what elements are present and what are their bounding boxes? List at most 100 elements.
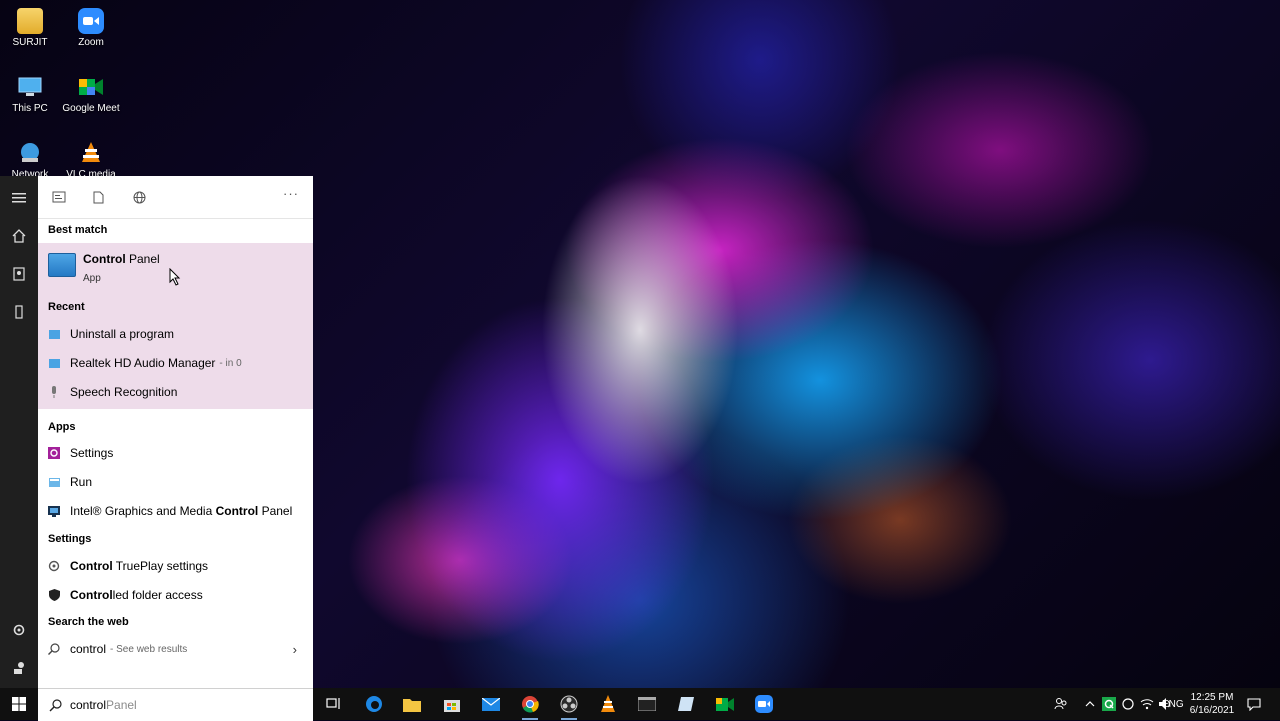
edge-icon <box>366 696 382 712</box>
search-box[interactable]: control Panel <box>38 688 313 721</box>
web-search-item[interactable]: control - See web results <box>38 635 313 663</box>
zoom-icon <box>78 8 104 34</box>
shield-icon <box>48 589 60 601</box>
app-item-label: Settings <box>70 446 114 460</box>
windows-logo-icon <box>12 697 26 711</box>
notes-taskbar-button[interactable] <box>676 694 696 714</box>
best-match-header: Best match <box>48 224 108 236</box>
desktop-icon-google-meet[interactable]: Google Meet <box>58 74 124 114</box>
control-panel-icon <box>48 253 76 277</box>
more-options-button[interactable]: ··· <box>283 186 299 201</box>
recent-item-uninstall[interactable]: Uninstall a program <box>38 320 313 348</box>
zoom-icon <box>755 695 773 713</box>
network-icon <box>17 140 43 166</box>
best-match-subtitle: App <box>83 273 101 284</box>
settings-item-label: Control TruePlay settings <box>70 559 209 573</box>
task-view-button[interactable] <box>323 694 343 714</box>
apps-header: Apps <box>48 421 76 433</box>
document-icon <box>93 191 103 203</box>
search-autocomplete: Panel <box>106 698 137 712</box>
search-icon <box>49 698 62 712</box>
app-item-settings[interactable]: Settings <box>38 439 313 467</box>
chrome-taskbar-button[interactable] <box>520 694 540 720</box>
obs-taskbar-button[interactable] <box>559 694 579 720</box>
app-tray-button[interactable] <box>1118 694 1138 714</box>
store-bag-icon <box>444 700 460 712</box>
clock[interactable]: 12:25 PM 6/16/2021 <box>1187 691 1237 717</box>
chevron-right-icon[interactable]: › <box>293 642 297 657</box>
run-icon <box>48 476 60 488</box>
network-tray-button[interactable] <box>1137 694 1157 714</box>
vlc-icon <box>601 695 615 712</box>
desktop-icon-label: Zoom <box>78 37 104 48</box>
mouse-cursor-icon <box>169 268 181 286</box>
chevron-up-icon <box>1085 701 1095 707</box>
task-view-icon <box>326 698 340 709</box>
computer-icon <box>17 74 43 100</box>
settings-item-trueplay[interactable]: Control TruePlay settings <box>38 552 313 580</box>
folder-icon <box>17 8 43 34</box>
contact-card-icon <box>13 267 25 281</box>
device-button[interactable] <box>0 296 38 328</box>
web-filter-tab[interactable] <box>130 188 148 206</box>
app-item-label: Intel® Graphics and Media Control Panel <box>70 504 293 518</box>
filter-tabbar: ··· <box>38 176 313 219</box>
hamburger-icon <box>12 193 26 203</box>
file-explorer-taskbar-button[interactable] <box>402 694 422 714</box>
home-button[interactable] <box>0 220 38 252</box>
store-taskbar-button[interactable] <box>442 694 462 714</box>
microphone-icon <box>48 386 60 398</box>
apps-filter-tab[interactable] <box>50 188 68 206</box>
q-app-icon <box>1102 697 1116 711</box>
app-item-intel-graphics[interactable]: Intel® Graphics and Media Control Panel <box>38 497 313 525</box>
user-icon <box>14 662 24 674</box>
hamburger-menu-button[interactable] <box>0 182 38 214</box>
recent-item-label: Speech Recognition <box>70 385 178 399</box>
app-item-run[interactable]: Run <box>38 468 313 496</box>
gear-icon <box>48 560 60 572</box>
obs-icon <box>560 695 578 713</box>
settings-rail-button[interactable] <box>0 614 38 646</box>
control-panel-icon <box>48 328 60 340</box>
people-button[interactable] <box>1051 694 1071 714</box>
control-panel-icon <box>48 357 60 369</box>
search-icon <box>48 643 60 655</box>
start-button[interactable] <box>0 688 38 720</box>
language-indicator[interactable]: ENG <box>1162 699 1184 710</box>
terminal-taskbar-button[interactable] <box>637 694 657 714</box>
people-icon <box>1054 698 1067 710</box>
user-button[interactable] <box>0 652 38 684</box>
desktop-icon-this-pc[interactable]: This PC <box>0 74 63 114</box>
settings-header: Settings <box>48 533 92 545</box>
settings-item-folder-access[interactable]: Controlled folder access <box>38 581 313 609</box>
desktop-icon-zoom[interactable]: Zoom <box>58 8 124 48</box>
recent-item-sublabel: - in 0 <box>219 357 242 369</box>
app-item-label: Run <box>70 475 93 489</box>
settings-item-label: Controlled folder access <box>70 588 203 602</box>
recent-item-speech[interactable]: Speech Recognition <box>38 378 313 406</box>
desktop-icon-vlc[interactable]: VLC media <box>58 140 124 180</box>
q-tray-button[interactable] <box>1099 694 1119 714</box>
action-center-button[interactable] <box>1244 694 1264 714</box>
edge-taskbar-button[interactable] <box>364 694 384 714</box>
recent-item-label: Realtek HD Audio Manager <box>70 356 216 370</box>
desktop-icon-surjit[interactable]: SURJIT <box>0 8 63 48</box>
show-hidden-icons-button[interactable] <box>1080 694 1100 714</box>
meet-taskbar-button[interactable] <box>715 694 735 714</box>
intel-graphics-icon <box>48 505 60 517</box>
search-web-header: Search the web <box>48 616 129 628</box>
folder-icon <box>403 698 421 712</box>
globe-icon <box>133 191 145 203</box>
clock-date: 6/16/2021 <box>1189 705 1235 716</box>
home-icon <box>12 229 26 243</box>
mail-icon <box>482 697 500 711</box>
documents-button[interactable] <box>0 258 38 290</box>
notes-icon <box>678 697 694 711</box>
documents-filter-tab[interactable] <box>89 188 107 206</box>
desktop-icon-network[interactable]: Network <box>0 140 63 180</box>
vlc-taskbar-button[interactable] <box>598 694 618 714</box>
wifi-icon <box>1140 699 1154 710</box>
zoom-taskbar-button[interactable] <box>754 694 774 714</box>
recent-item-realtek[interactable]: Realtek HD Audio Manager - in 0 <box>38 349 313 377</box>
mail-taskbar-button[interactable] <box>481 694 501 714</box>
